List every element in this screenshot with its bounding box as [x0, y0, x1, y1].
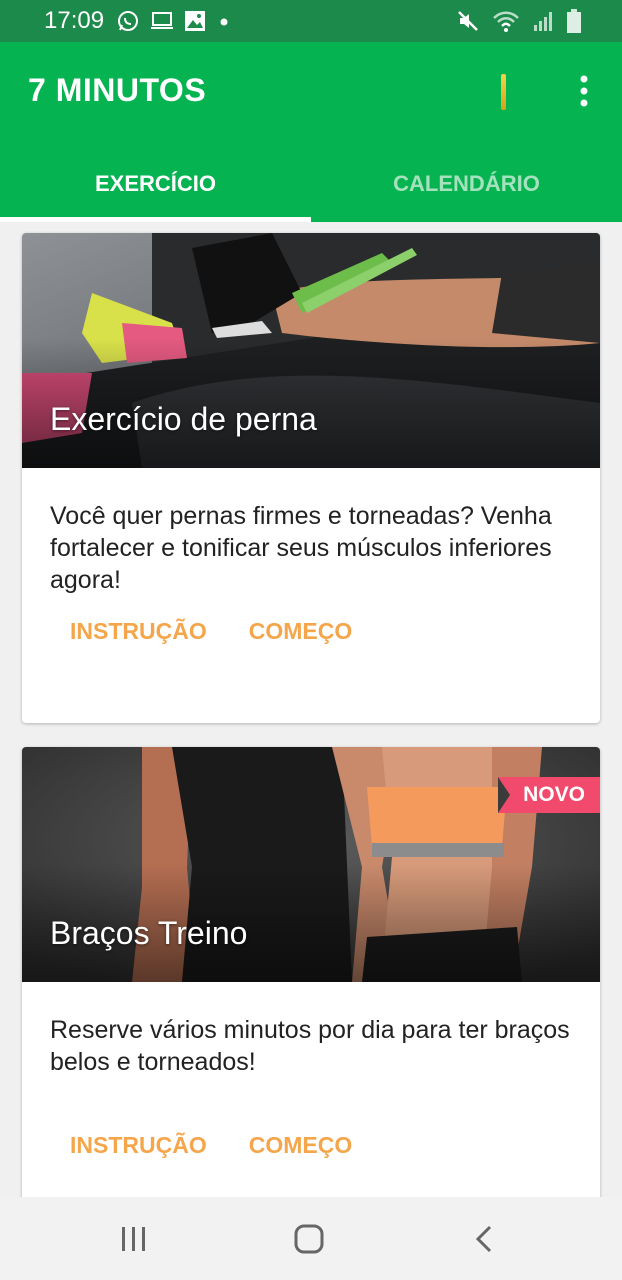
navigation-bar [0, 1197, 622, 1280]
more-vert-icon[interactable] [572, 74, 596, 108]
tab-exercicio[interactable]: EXERCÍCIO [0, 146, 311, 222]
laptop-icon [150, 10, 174, 37]
app-title: 7 MINUTOS [28, 72, 207, 108]
recent-apps-icon[interactable] [114, 1223, 154, 1255]
card-image-legs: Exercício de perna [22, 233, 600, 468]
card-description: Reserve vários minutos por dia para ter … [50, 1016, 570, 1076]
whatsapp-icon [116, 9, 140, 38]
tab-bar: EXERCÍCIO CALENDÁRIO [0, 146, 622, 222]
dot-icon [216, 10, 232, 37]
tab-label: CALENDÁRIO [393, 171, 540, 196]
card-description: Você quer pernas firmes e torneadas? Ven… [50, 502, 552, 594]
start-button[interactable]: COMEÇO [249, 618, 353, 645]
workout-card-legs[interactable]: Exercício de perna Você quer pernas firm… [22, 233, 600, 723]
tab-label: EXERCÍCIO [94, 171, 217, 196]
home-icon[interactable] [290, 1223, 330, 1255]
indicator-bar [501, 74, 506, 110]
status-time: 17:09 [44, 7, 105, 34]
signal-icon [532, 9, 554, 38]
app-bar: 7 MINUTOS EXERCÍCIO CALENDÁRIO [0, 42, 622, 222]
wifi-icon [492, 9, 520, 38]
mute-icon [456, 9, 480, 38]
workout-card-arms[interactable]: NOVO Braços Treino Reserve vários minuto… [22, 747, 600, 1207]
tab-indicator [0, 217, 311, 222]
new-badge: NOVO [498, 777, 600, 813]
tab-calendario[interactable]: CALENDÁRIO [311, 146, 622, 222]
status-bar: 17:09 [0, 0, 622, 42]
card-image-arms: NOVO Braços Treino [22, 747, 600, 982]
card-title: Braços Treino [50, 915, 248, 951]
new-badge-label: NOVO [523, 783, 585, 806]
start-button[interactable]: COMEÇO [249, 1132, 353, 1159]
image-icon [184, 10, 206, 37]
card-title: Exercício de perna [50, 401, 317, 437]
battery-icon [566, 8, 582, 39]
instruction-button[interactable]: INSTRUÇÃO [70, 1132, 207, 1159]
instruction-button[interactable]: INSTRUÇÃO [70, 618, 207, 645]
back-icon[interactable] [466, 1223, 506, 1255]
